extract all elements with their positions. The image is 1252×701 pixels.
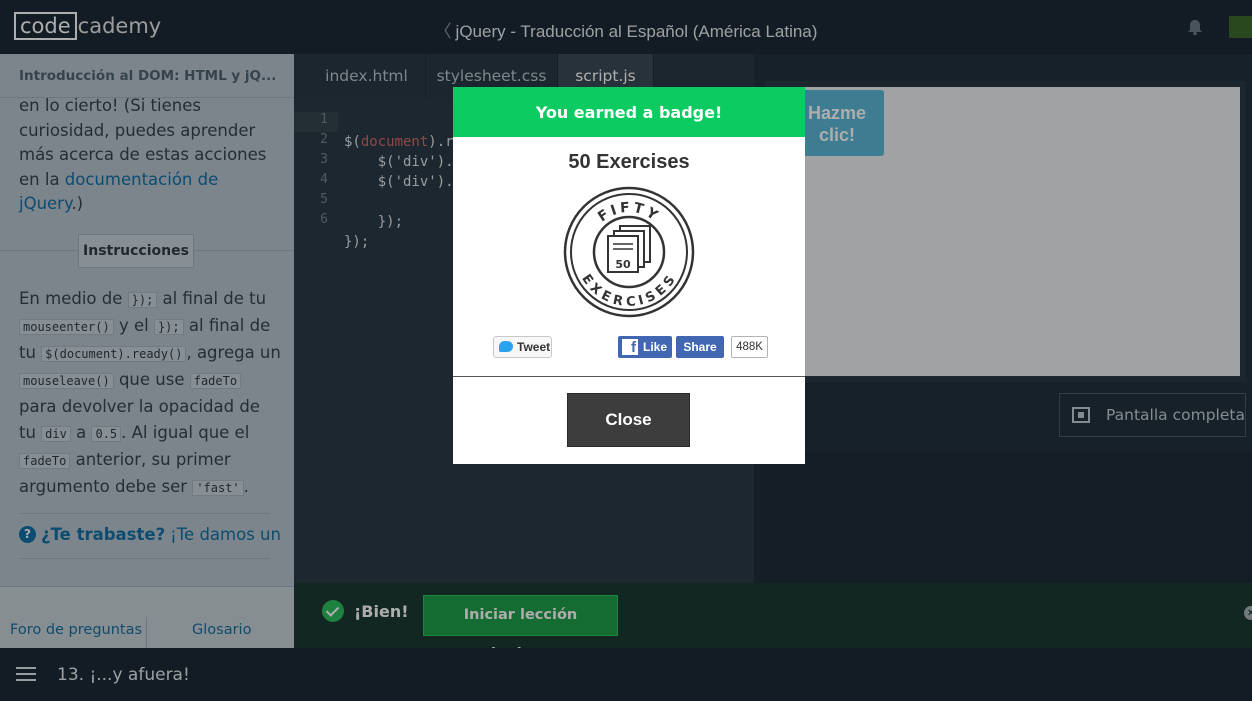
svg-text:FIFTY: FIFTY — [595, 200, 663, 226]
facebook-like-button[interactable]: f Like — [618, 336, 672, 358]
facebook-icon: f — [622, 339, 638, 356]
share-count: 488K — [731, 336, 768, 358]
badge-modal: You earned a badge! 50 Exercises FIFTY E… — [453, 87, 805, 464]
like-label: Like — [643, 340, 668, 354]
tweet-button[interactable]: Tweet — [493, 336, 552, 358]
close-button[interactable]: Close — [567, 393, 690, 447]
social-share-row: Tweet f Like Share 488K — [453, 336, 805, 360]
fifty-exercises-badge-icon: FIFTY EXERCISES 50 — [563, 186, 695, 318]
modal-header: You earned a badge! — [453, 87, 805, 137]
tweet-label: Tweet — [517, 340, 551, 354]
twitter-bird-icon — [499, 341, 513, 352]
facebook-share-button[interactable]: Share — [676, 336, 724, 358]
badge-title: 50 Exercises — [568, 151, 690, 173]
badge-top-text: FIFTY — [595, 200, 660, 226]
modal-divider — [453, 376, 805, 377]
badge-number: 50 — [615, 258, 631, 271]
